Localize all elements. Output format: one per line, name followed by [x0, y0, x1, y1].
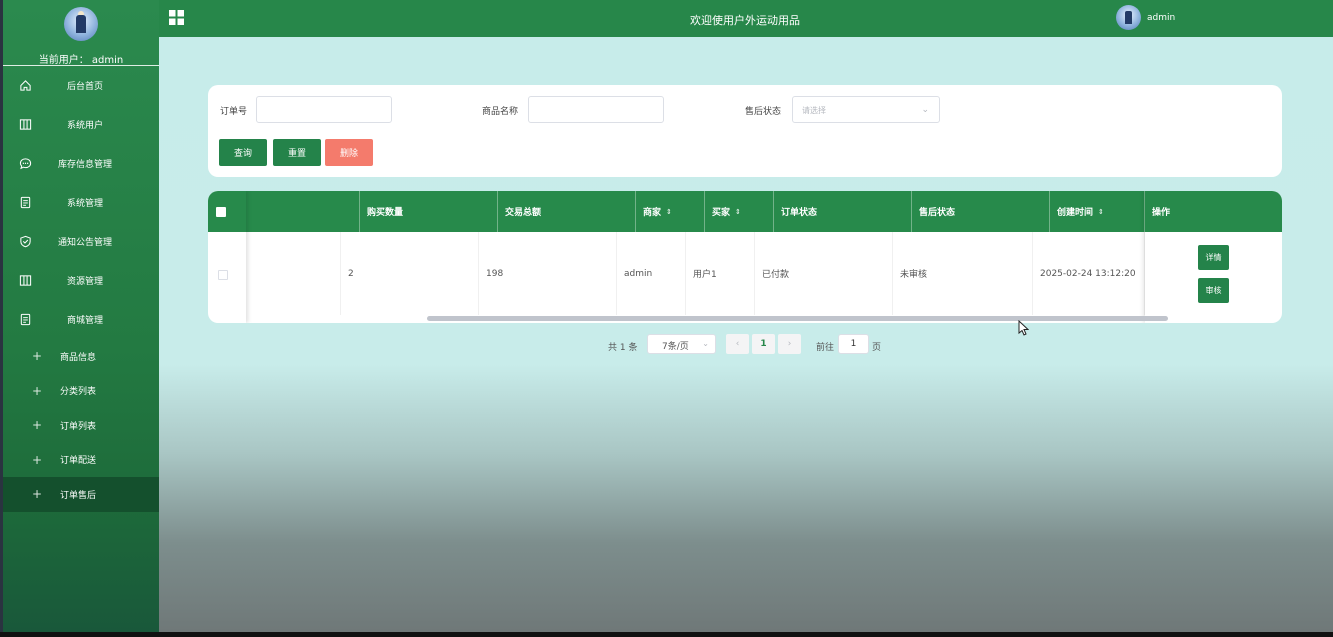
product-name-label: 商品名称 — [482, 107, 519, 117]
column-header-label: 买家 — [712, 208, 731, 218]
page-size-value: 7条/页 — [662, 342, 689, 352]
column-header-label: 商家 — [643, 208, 662, 218]
column-header-order-status: 订单状态 — [774, 191, 912, 232]
chevron-right-icon: › — [787, 339, 792, 349]
column-header-quantity: 购买数量 — [360, 191, 498, 232]
chevron-down-icon: ⌄ — [702, 339, 709, 348]
plus-icon: + — [32, 383, 43, 398]
sidebar-item-label: 资源管理 — [66, 277, 103, 287]
fixed-actions-column: 详情 审核 — [1145, 191, 1282, 323]
column-header-created-at[interactable]: 创建时间 ⇕ — [1050, 191, 1145, 232]
column-header-label: 购买数量 — [367, 208, 404, 218]
column-header-label: 交易总额 — [505, 208, 542, 218]
sidebar-item-mall[interactable]: 商城管理 — [3, 300, 159, 339]
sidebar-subitem-label: 订单售后 — [60, 490, 97, 501]
column-header-merchant[interactable]: 商家 ⇕ — [636, 191, 705, 232]
cell-order-status: 已付款 — [755, 232, 893, 315]
sidebar-subitem-products[interactable]: + 商品信息 — [3, 339, 159, 374]
column-header-label: 售后状态 — [919, 208, 956, 218]
cell-merchant: admin — [617, 232, 686, 315]
cell-total: 198 — [479, 232, 617, 315]
user-avatar[interactable] — [1116, 5, 1141, 30]
cell-after-sale-status: 未审核 — [893, 232, 1033, 315]
sidebar-header: 当前用户： admin — [3, 0, 159, 66]
sort-icon[interactable]: ⇕ — [735, 208, 741, 216]
sidebar: 当前用户： admin 后台首页 系统用户 库存信息管理 系统管理 通知公告管理… — [3, 0, 159, 632]
sidebar-item-label: 商城管理 — [66, 316, 103, 326]
chevron-left-icon: ‹ — [735, 339, 740, 349]
after-sale-status-label: 售后状态 — [745, 107, 782, 117]
avatar — [64, 7, 98, 41]
product-name-input[interactable] — [528, 96, 664, 123]
column-header-truncated — [246, 191, 360, 232]
sidebar-subitem-delivery[interactable]: + 订单配送 — [3, 443, 159, 478]
chevron-down-icon: ⌄ — [921, 105, 929, 115]
pagination-total: 共 1 条 — [608, 343, 638, 353]
column-header-label: 创建时间 — [1057, 208, 1094, 218]
mouse-cursor-icon — [1018, 320, 1029, 336]
sidebar-subitem-categories[interactable]: + 分类列表 — [3, 374, 159, 409]
page-number-button[interactable]: 1 — [752, 334, 775, 354]
cell-truncated — [246, 232, 341, 315]
horizontal-scrollbar[interactable] — [427, 316, 1168, 321]
review-button[interactable]: 审核 — [1198, 278, 1229, 303]
sidebar-item-system-management[interactable]: 系统管理 — [3, 183, 159, 222]
query-button[interactable]: 查询 — [219, 139, 267, 166]
reset-button[interactable]: 重置 — [273, 139, 321, 166]
after-sale-status-select[interactable]: 请选择 ⌄ — [792, 96, 940, 123]
sidebar-item-label: 库存信息管理 — [57, 160, 112, 170]
table-row: 2 198 admin 用户1 已付款 未审核 2025-02-24 13:12… — [208, 232, 1282, 315]
current-user: 当前用户： admin — [3, 51, 159, 66]
sort-icon[interactable]: ⇕ — [1098, 208, 1104, 216]
sidebar-item-inventory[interactable]: 库存信息管理 — [3, 144, 159, 183]
order-no-input[interactable] — [256, 96, 392, 123]
sidebar-item-label: 通知公告管理 — [57, 238, 112, 248]
cell-created-at: 2025-02-24 13:12:20 — [1033, 232, 1145, 315]
sidebar-subitem-label: 商品信息 — [60, 352, 97, 363]
page-size-select[interactable]: 7条/页 ⌄ — [647, 334, 716, 354]
sidebar-subitem-label: 订单列表 — [60, 421, 97, 432]
page-suffix: 页 — [872, 343, 882, 353]
sidebar-item-system-users[interactable]: 系统用户 — [3, 105, 159, 144]
prev-page-button[interactable]: ‹ — [726, 334, 749, 354]
cell-quantity: 2 — [341, 232, 479, 315]
column-header-after-sale-status: 售后状态 — [912, 191, 1050, 232]
sidebar-subitem-label: 分类列表 — [60, 387, 97, 398]
delete-button[interactable]: 删除 — [325, 139, 373, 166]
detail-button[interactable]: 详情 — [1198, 245, 1229, 270]
order-no-label: 订单号 — [220, 107, 248, 117]
sidebar-subitem-label: 订单配送 — [60, 456, 97, 467]
sidebar-item-label: 后台首页 — [66, 82, 103, 92]
next-page-button[interactable]: › — [778, 334, 801, 354]
column-header-label: 订单状态 — [781, 208, 818, 218]
plus-icon: + — [32, 418, 43, 433]
data-table: 购买数量 交易总额 商家 ⇕ 买家 ⇕ 订单状态 售后状态 创建时间 ⇕ 操作 2 1… — [208, 191, 1282, 323]
plus-icon: + — [32, 487, 43, 502]
main-content: 订单号 商品名称 售后状态 请选择 ⌄ 查询 重置 删除 购买数量 交易总额 商… — [159, 37, 1333, 632]
column-header-buyer[interactable]: 买家 ⇕ — [705, 191, 774, 232]
sidebar-item-home[interactable]: 后台首页 — [3, 66, 159, 105]
top-bar: 欢迎使用户外运动用品 admin — [159, 0, 1333, 37]
goto-page-input[interactable]: 1 — [838, 334, 869, 354]
plus-icon: + — [32, 452, 43, 467]
fixed-left-column — [208, 191, 246, 323]
user-name[interactable]: admin — [1147, 13, 1175, 23]
table-header: 购买数量 交易总额 商家 ⇕ 买家 ⇕ 订单状态 售后状态 创建时间 ⇕ 操作 — [208, 191, 1282, 232]
cell-buyer: 用户1 — [686, 232, 755, 315]
sidebar-subitem-after-sales[interactable]: + 订单售后 — [3, 477, 159, 512]
sort-icon[interactable]: ⇕ — [666, 208, 672, 216]
sidebar-item-label: 系统用户 — [66, 121, 103, 131]
goto-label: 前往 — [816, 343, 835, 353]
bottom-edge — [0, 632, 1333, 637]
search-form: 订单号 商品名称 售后状态 请选择 ⌄ 查询 重置 删除 — [208, 85, 1282, 177]
current-user-name: admin — [91, 55, 124, 66]
sidebar-item-notices[interactable]: 通知公告管理 — [3, 222, 159, 261]
column-header-total: 交易总额 — [498, 191, 636, 232]
sidebar-subitem-orders[interactable]: + 订单列表 — [3, 408, 159, 443]
current-user-label: 当前用户： — [38, 55, 89, 66]
select-placeholder: 请选择 — [802, 106, 826, 115]
plus-icon: + — [32, 349, 43, 364]
sidebar-item-label: 系统管理 — [66, 199, 103, 209]
sidebar-item-resources[interactable]: 资源管理 — [3, 261, 159, 300]
